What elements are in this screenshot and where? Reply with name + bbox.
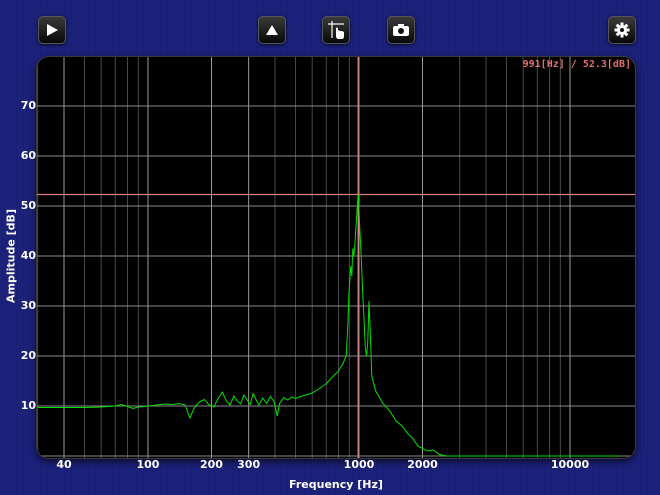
y-tick-label: 60 [20, 149, 36, 162]
x-tick-label: 10000 [550, 458, 590, 471]
y-tick-label: 20 [20, 349, 36, 362]
gear-icon [614, 22, 630, 38]
spectrum-plot[interactable]: 991[Hz] / 52.3[dB] [37, 57, 635, 458]
y-axis-title: Amplitude [dB] [4, 209, 18, 303]
spectrum-chart [37, 57, 635, 458]
camera-icon [393, 24, 409, 36]
play-button[interactable] [38, 16, 66, 44]
x-tick-label: 100 [136, 458, 160, 471]
x-tick-label: 2000 [407, 458, 438, 471]
amplitude-trace [37, 194, 619, 457]
x-tick-label: 40 [56, 458, 72, 471]
camera-button[interactable] [387, 16, 415, 44]
x-tick-label: 300 [237, 458, 261, 471]
y-tick-label: 70 [20, 99, 36, 112]
cursor-hand-icon [328, 21, 344, 39]
x-axis-title: Frequency [Hz] [289, 478, 383, 491]
triangle-up-icon [266, 25, 278, 35]
x-tick-label: 1000 [343, 458, 375, 471]
cursor-readout: 991[Hz] / 52.3[dB] [522, 59, 631, 70]
y-tick-label: 10 [20, 399, 36, 412]
cursor-button[interactable] [322, 16, 350, 44]
play-icon [47, 24, 58, 36]
settings-button[interactable] [608, 16, 636, 44]
up-button[interactable] [258, 16, 286, 44]
